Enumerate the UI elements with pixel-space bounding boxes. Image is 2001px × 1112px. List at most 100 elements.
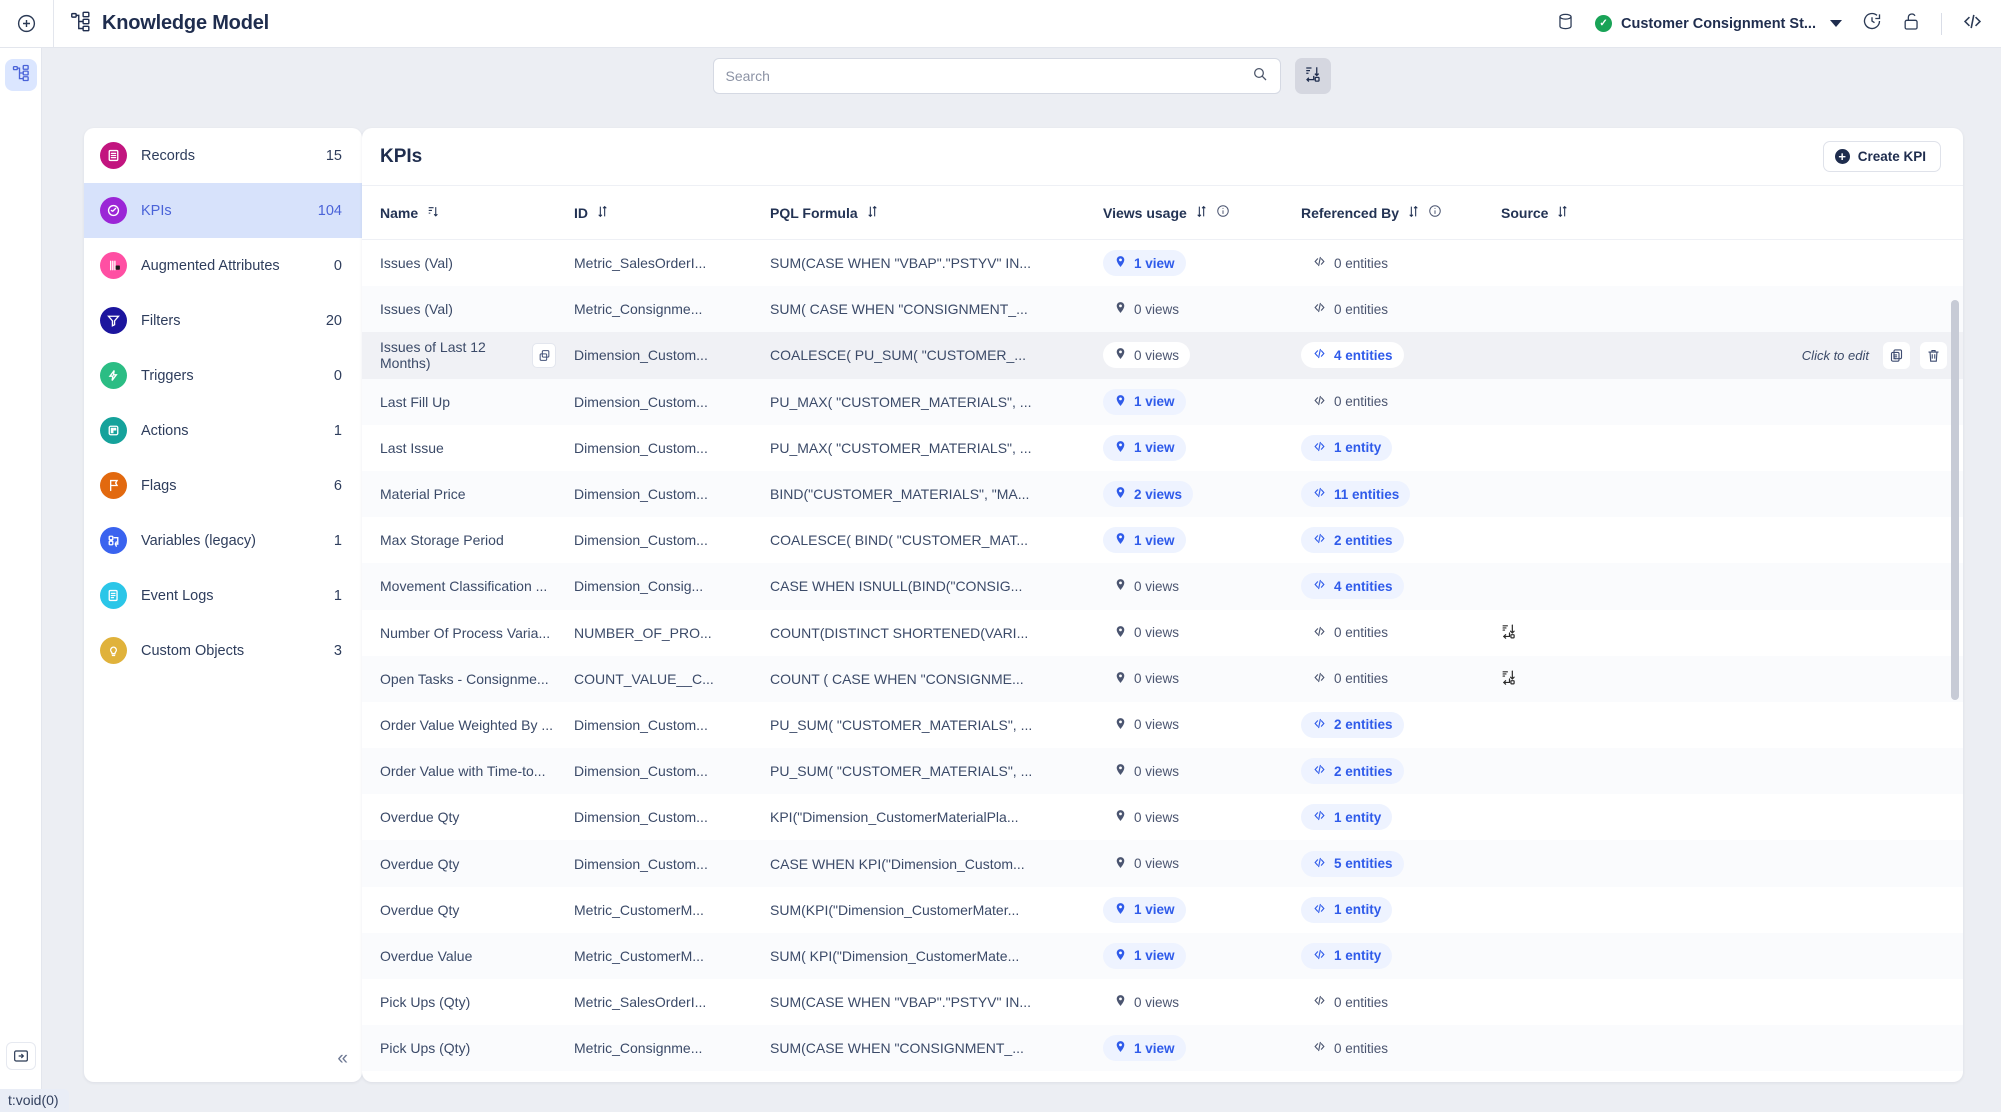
cell-views-usage[interactable]: 0 views [1103, 804, 1301, 830]
table-row[interactable]: Number Of Process Varia... NUMBER_OF_PRO.… [362, 610, 1963, 656]
sidebar-item-variables-legacy[interactable]: Variables (legacy) 1 [84, 513, 362, 568]
table-row[interactable]: Issues (Val) Metric_Consignme... SUM( CASE… [362, 286, 1963, 333]
rail-item-knowledge-model[interactable] [4, 59, 37, 91]
views-usage-badge[interactable]: 1 view [1103, 527, 1186, 554]
cell-name[interactable]: Pick Ups (Qty) [362, 994, 574, 1010]
cell-views-usage[interactable]: 1 view [1103, 1035, 1301, 1062]
views-usage-badge[interactable]: 0 views [1103, 620, 1190, 646]
cell-referenced-by[interactable]: 0 entities [1301, 1035, 1501, 1061]
sort-both-icon[interactable] [1556, 205, 1569, 221]
cell-referenced-by[interactable]: 11 entities [1301, 481, 1501, 508]
cell-name[interactable]: Overdue Qty [362, 902, 574, 918]
cell-referenced-by[interactable]: 4 entities [1301, 342, 1501, 369]
views-usage-badge[interactable]: 0 views [1103, 342, 1191, 369]
cell-name[interactable]: Material Price [362, 486, 574, 502]
cell-referenced-by[interactable]: 4 entities [1301, 573, 1501, 600]
cell-views-usage[interactable]: 2 views [1103, 481, 1301, 508]
sort-both-icon[interactable] [866, 205, 879, 221]
views-usage-badge[interactable]: 1 view [1103, 1035, 1186, 1062]
duplicate-icon[interactable] [1883, 341, 1910, 369]
sidebar-item-flags[interactable]: Flags 6 [84, 458, 362, 513]
views-usage-badge[interactable]: 0 views [1103, 989, 1190, 1015]
referenced-by-badge[interactable]: 0 entities [1301, 296, 1399, 322]
table-row[interactable]: Max Storage Period Dimension_Custom... COA… [362, 517, 1963, 563]
table-row[interactable]: Last Fill Up Dimension_Custom... PU_MAX( "… [362, 378, 1963, 425]
table-scrollbar[interactable] [1951, 240, 1959, 1082]
search-box[interactable] [712, 58, 1281, 94]
cell-views-usage[interactable]: 1 view [1103, 388, 1301, 415]
column-header-pql-formula[interactable]: PQL Formula [770, 205, 1103, 221]
sidebar-item-custom-objects[interactable]: Custom Objects 3 [84, 623, 362, 678]
table-row[interactable]: Material Price Dimension_Custom... BIND("C… [362, 470, 1963, 518]
table-row[interactable]: Issues of Last 12 Months) Dimension_Custo… [362, 332, 1963, 379]
referenced-by-badge[interactable]: 1 entity [1301, 804, 1393, 831]
cell-views-usage[interactable]: 0 views [1103, 712, 1301, 738]
cell-name[interactable]: Issues (Val) [362, 301, 574, 317]
cell-referenced-by[interactable]: 1 entity [1301, 804, 1501, 831]
referenced-by-badge[interactable]: 5 entities [1301, 850, 1404, 877]
cell-views-usage[interactable]: 0 views [1103, 342, 1301, 369]
column-header-source[interactable]: Source [1501, 205, 1681, 221]
views-usage-badge[interactable]: 1 view [1103, 388, 1186, 415]
history-clock-icon[interactable] [1862, 11, 1882, 36]
cell-name[interactable]: Max Storage Period [362, 532, 574, 548]
panel-expand-button[interactable] [5, 1042, 36, 1070]
table-row[interactable]: Pick Ups (Qty) Metric_Consignme... SUM(CAS… [362, 1025, 1963, 1072]
cell-referenced-by[interactable]: 1 entity [1301, 896, 1501, 923]
column-header-views-usage[interactable]: Views usage [1103, 204, 1301, 221]
referenced-by-badge[interactable]: 4 entities [1301, 342, 1404, 369]
code-brackets-icon[interactable] [1962, 11, 1983, 37]
referenced-by-badge[interactable]: 1 entity [1301, 942, 1393, 969]
referenced-by-badge[interactable]: 1 entity [1301, 434, 1393, 461]
cell-referenced-by[interactable]: 2 entities [1301, 711, 1501, 738]
sidebar-item-filters[interactable]: Filters 20 [84, 293, 362, 348]
table-row[interactable]: Pick Ups (Qty) Metric_SalesOrderI... SUM(C… [362, 979, 1963, 1025]
table-row[interactable]: Issues (Val) Metric_SalesOrderI... SUM(CAS… [362, 240, 1963, 286]
referenced-by-badge[interactable]: 0 entities [1301, 250, 1399, 276]
workspace-selector[interactable]: ✓ Customer Consignment St... [1595, 15, 1842, 32]
add-button[interactable] [0, 0, 54, 47]
views-usage-badge[interactable]: 0 views [1103, 666, 1190, 692]
cell-name[interactable]: Last Issue [362, 440, 574, 456]
cell-referenced-by[interactable]: 5 entities [1301, 850, 1501, 877]
sort-both-icon[interactable] [1195, 205, 1208, 221]
cell-referenced-by[interactable]: 0 entities [1301, 389, 1501, 415]
cell-views-usage[interactable]: 0 views [1103, 296, 1301, 322]
views-usage-badge[interactable]: 1 view [1103, 896, 1186, 923]
cell-views-usage[interactable]: 1 view [1103, 527, 1301, 554]
cell-referenced-by[interactable]: 0 entities [1301, 989, 1501, 1015]
table-row[interactable]: Overdue Qty Dimension_Custom... KPI("Dimen… [362, 794, 1963, 840]
table-row[interactable]: Overdue Qty Dimension_Custom... CASE WHEN … [362, 840, 1963, 887]
cell-name[interactable]: Order Value Weighted By ... [362, 717, 574, 733]
referenced-by-badge[interactable]: 11 entities [1301, 481, 1411, 508]
column-header-referenced-by[interactable]: Referenced By [1301, 204, 1501, 221]
cell-views-usage[interactable]: 0 views [1103, 620, 1301, 646]
cell-referenced-by[interactable]: 0 entities [1301, 250, 1501, 276]
table-row[interactable]: Last Issue Dimension_Custom... PU_MAX( "CU… [362, 425, 1963, 471]
cell-views-usage[interactable]: 0 views [1103, 666, 1301, 692]
cell-referenced-by[interactable]: 2 entities [1301, 527, 1501, 554]
table-row[interactable]: Overdue Value Metric_CustomerM... SUM( KPI… [362, 932, 1963, 979]
cell-referenced-by[interactable]: 0 entities [1301, 620, 1501, 646]
cell-referenced-by[interactable]: 2 entities [1301, 758, 1501, 785]
referenced-by-badge[interactable]: 4 entities [1301, 573, 1404, 600]
sidebar-item-triggers[interactable]: Triggers 0 [84, 348, 362, 403]
cell-views-usage[interactable]: 1 view [1103, 250, 1301, 277]
nav-collapse-button[interactable]: « [337, 1048, 348, 1070]
table-row[interactable]: Order Value Weighted By ... Dimension_Cus… [362, 702, 1963, 748]
sort-both-icon[interactable] [596, 205, 609, 221]
views-usage-badge[interactable]: 2 views [1103, 481, 1194, 508]
referenced-by-badge[interactable]: 2 entities [1301, 758, 1404, 785]
referenced-by-badge[interactable]: 2 entities [1301, 527, 1404, 554]
table-row[interactable]: Overdue Qty Metric_CustomerM... SUM(KPI("D… [362, 887, 1963, 933]
cell-views-usage[interactable]: 1 view [1103, 434, 1301, 461]
search-input[interactable] [725, 68, 1252, 84]
cell-name[interactable]: Order Value with Time-to... [362, 763, 574, 779]
views-usage-badge[interactable]: 0 views [1103, 804, 1190, 830]
cell-views-usage[interactable]: 1 view [1103, 942, 1301, 969]
sidebar-item-kpis[interactable]: KPIs 104 [84, 183, 362, 238]
referenced-by-badge[interactable]: 0 entities [1301, 389, 1399, 415]
info-icon[interactable] [1216, 204, 1230, 221]
cell-name[interactable]: Last Fill Up [362, 394, 574, 410]
cell-views-usage[interactable]: 0 views [1103, 989, 1301, 1015]
